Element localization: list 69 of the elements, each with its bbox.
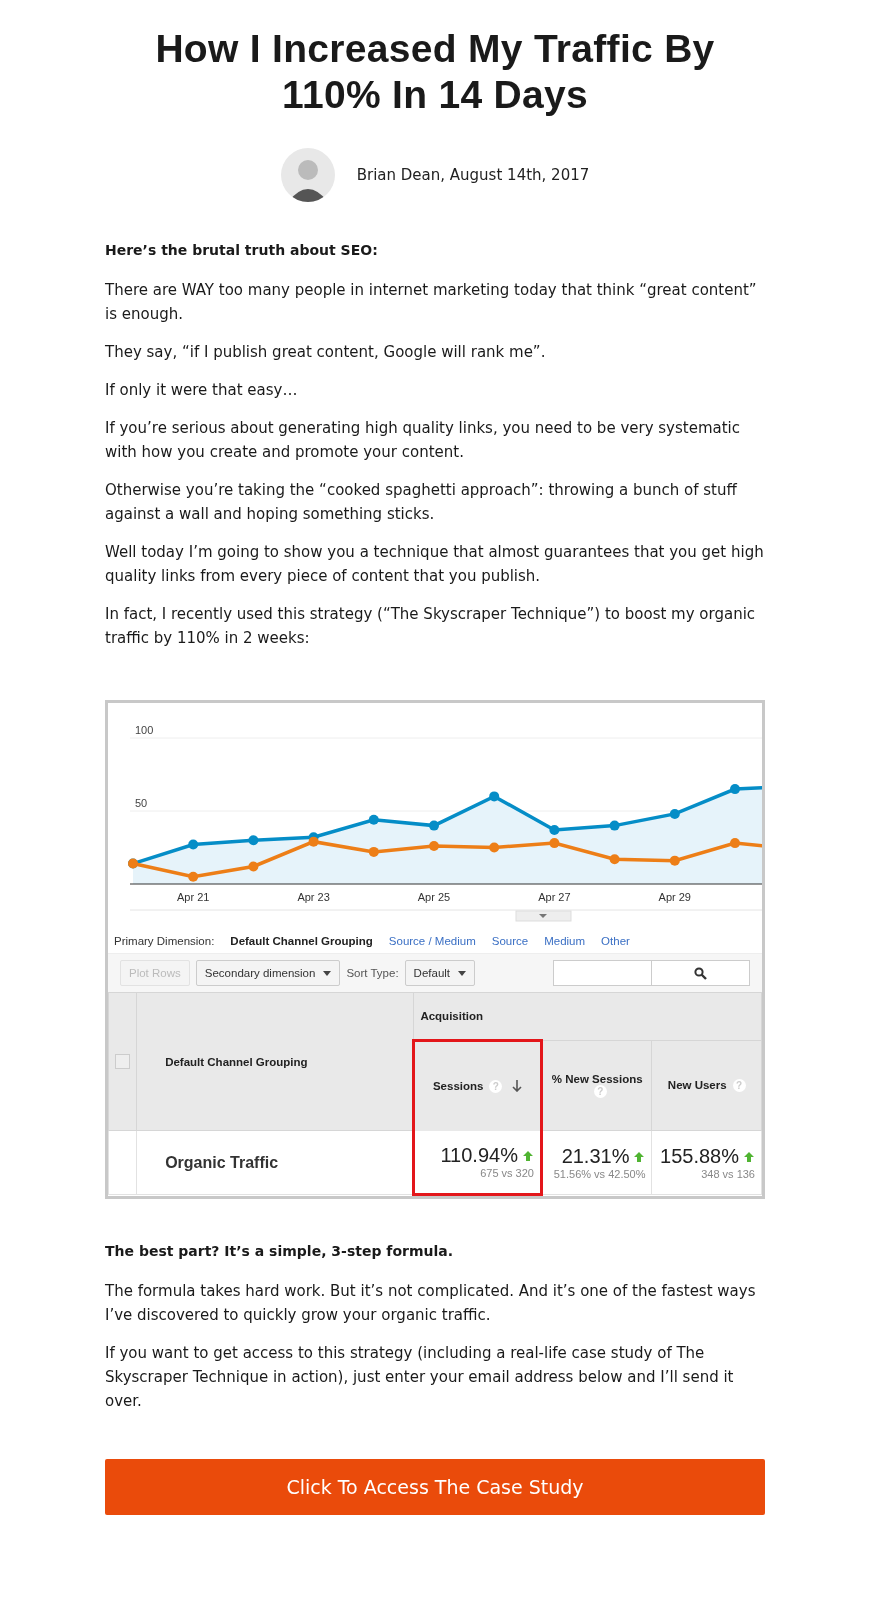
current-dimension: Default Channel Grouping [230, 935, 373, 947]
paragraph: If only it were that easy… [105, 380, 299, 401]
axis-label: 100 [135, 724, 154, 736]
point [489, 842, 500, 853]
point [489, 791, 500, 802]
column-header[interactable]: Sessions [432, 1079, 484, 1092]
up-arrow-icon [743, 1150, 755, 1163]
paragraph: If you’re serious about generating high quality links, you need to be very systematic with how you create and promote your content. [105, 418, 741, 463]
lead-text: Here’s the brutal truth about SEO: [105, 242, 379, 258]
column-header: Default Channel Grouping [136, 992, 414, 1131]
axis-label: Apr 29 [658, 891, 691, 903]
point [669, 808, 680, 819]
axis-label: Apr 21 [177, 891, 210, 903]
author-byline: Brian Dean, August 14th, 2017 [356, 166, 590, 184]
comparison-text: 51.56% vs 42.50% [552, 1168, 646, 1180]
dimension-link[interactable]: Source [491, 935, 529, 947]
point [730, 784, 740, 795]
point [549, 838, 560, 849]
dimension-link[interactable]: Medium [544, 935, 586, 947]
column-header[interactable]: New Users [667, 1078, 727, 1091]
point [429, 820, 439, 831]
up-arrow-icon [633, 1150, 646, 1163]
point [368, 846, 379, 857]
paragraph: The formula takes hard work. But it’s not complicated. And it’s one of the fastest ways I’ve discovered to quickly grow your organic traffic. [105, 1281, 757, 1326]
avatar-icon [280, 148, 335, 202]
point [549, 824, 560, 835]
paragraph: In fact, I recently used this strategy (“The Skyscraper Technique”) to boost my organic traffic by 110% in 2 weeks: [105, 604, 757, 649]
dimension-link[interactable]: Other [601, 935, 630, 947]
axis-label: 50 [135, 797, 148, 809]
point [248, 861, 259, 872]
point [188, 839, 199, 850]
column-header[interactable]: % New Sessions [551, 1072, 643, 1085]
search-field[interactable] [553, 960, 750, 986]
paragraph: If you want to get access to this strategy (including a real-life case study of The Skyscraper Technique in action), just enter your email address below and I’ll send it over. [105, 1343, 735, 1412]
point [188, 871, 199, 882]
dimension-link[interactable]: Source / Medium [388, 935, 476, 947]
sort-arrow-icon [512, 1080, 523, 1093]
up-arrow-icon [521, 1149, 534, 1162]
sort-type-label: Sort Type: [346, 967, 399, 979]
point [429, 841, 439, 852]
point [248, 835, 259, 846]
comparison-text: 348 vs 136 [700, 1168, 755, 1180]
metric-value: 21.31% [561, 1145, 630, 1168]
axis-label: Apr 23 [297, 891, 330, 903]
article-title: How I Increased My Traffic By 110% In 14 Days [154, 26, 716, 118]
expand-tab-icon[interactable] [515, 910, 572, 922]
axis-label: Apr 25 [417, 891, 451, 903]
lead-text: The best part? It’s a simple, 3-step formula. [105, 1243, 455, 1259]
checkbox[interactable] [115, 1054, 130, 1069]
dimension-label: Primary Dimension: [114, 935, 215, 947]
point [609, 820, 620, 831]
sort-type-dropdown[interactable]: Default [404, 960, 476, 986]
point [308, 836, 319, 847]
metric-value: 155.88% [660, 1145, 739, 1168]
point [730, 838, 740, 849]
search-icon [694, 966, 707, 980]
point [669, 855, 680, 866]
paragraph: There are WAY too many people in internet marketing today that think “great content” is enough. [105, 280, 758, 325]
point [368, 814, 379, 825]
axis-label: Apr 27 [538, 891, 571, 903]
paragraph: Well today I’m going to show you a technique that almost guarantees that you get high quality links from every piece of content that you publish. [105, 542, 765, 587]
comparison-text: 675 vs 320 [479, 1167, 534, 1180]
paragraph: Otherwise you’re taking the “cooked spaghetti approach”: throwing a bunch of stuff against a wall and hoping something sticks. [105, 480, 738, 525]
metric-value: 110.94% [440, 1144, 518, 1168]
case-study-button[interactable]: Click To Access The Case Study [105, 1459, 765, 1515]
secondary-dimension-dropdown[interactable]: Secondary dimension [195, 960, 341, 986]
group-header: Acquisition [413, 992, 762, 1041]
paragraph: They say, “if I publish great content, Google will rank me”. [105, 342, 547, 363]
point [609, 854, 620, 865]
